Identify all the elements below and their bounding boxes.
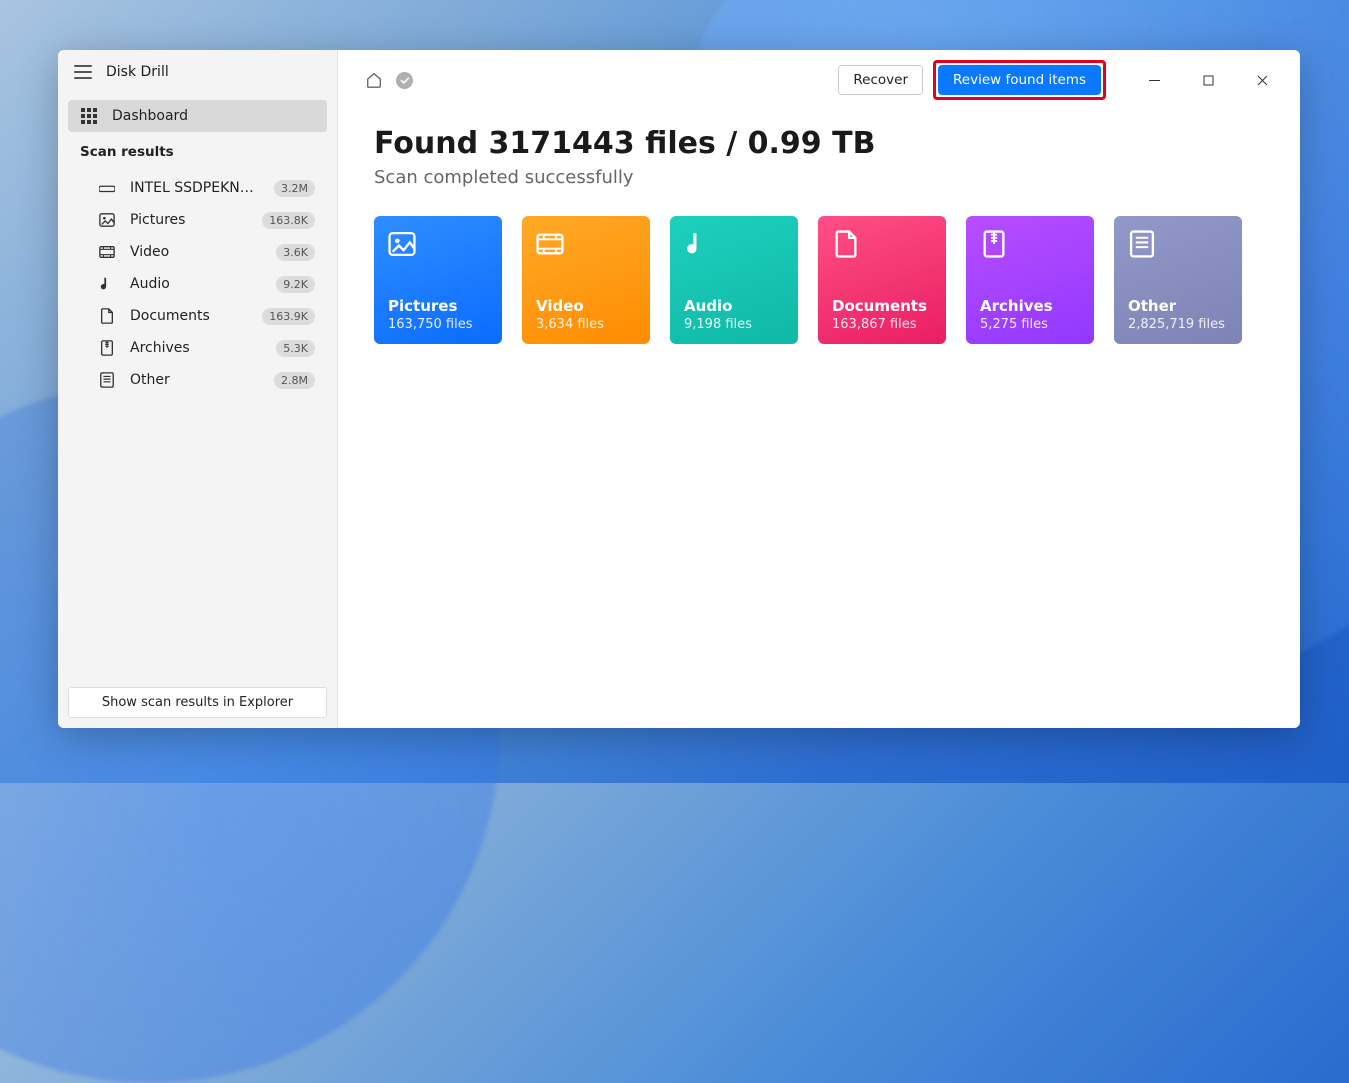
other-icon [98, 371, 116, 389]
drive-icon [98, 179, 116, 197]
sidebar-header: Disk Drill [58, 50, 337, 94]
sidebar: Disk Drill Dashboard Scan results INTEL … [58, 50, 338, 728]
other-icon [1128, 230, 1156, 258]
tile-subtitle: 2,825,719 files [1128, 317, 1228, 332]
pictures-icon [388, 230, 416, 258]
content: Found 3171443 files / 0.99 TB Scan compl… [338, 110, 1300, 360]
tile-subtitle: 5,275 files [980, 317, 1080, 332]
app-window: Disk Drill Dashboard Scan results INTEL … [58, 50, 1300, 728]
sidebar-item-label: Video [130, 244, 262, 260]
pictures-icon [98, 211, 116, 229]
archives-icon [98, 339, 116, 357]
sidebar-item-count: 3.2M [274, 180, 315, 197]
audio-icon [98, 275, 116, 293]
main-area: Recover Review found items Found 3171443… [338, 50, 1300, 728]
tile-audio[interactable]: Audio 9,198 files [670, 216, 798, 344]
sidebar-item-intel-ssdpeknw512g8[interactable]: INTEL SSDPEKNW512G8 3.2M [68, 172, 327, 204]
sidebar-item-count: 163.8K [262, 212, 315, 229]
tile-title: Other [1128, 297, 1228, 315]
sidebar-item-count: 163.9K [262, 308, 315, 325]
page-subtitle: Scan completed successfully [374, 167, 1264, 188]
sidebar-item-label: INTEL SSDPEKNW512G8 [130, 180, 260, 196]
recover-button[interactable]: Recover [838, 65, 923, 95]
video-icon [536, 230, 564, 258]
tile-other[interactable]: Other 2,825,719 files [1114, 216, 1242, 344]
tile-documents[interactable]: Documents 163,867 files [818, 216, 946, 344]
annotation-highlight: Review found items [933, 60, 1106, 100]
documents-icon [98, 307, 116, 325]
sidebar-item-label: Other [130, 372, 260, 388]
tile-title: Archives [980, 297, 1080, 315]
sidebar-item-label: Audio [130, 276, 262, 292]
audio-icon [684, 230, 712, 258]
sidebar-item-pictures[interactable]: Pictures 163.8K [68, 204, 327, 236]
toolbar: Recover Review found items [338, 50, 1300, 110]
sidebar-item-count: 9.2K [276, 276, 315, 293]
category-tiles: Pictures 163,750 files Video 3,634 files Aud… [374, 216, 1264, 344]
sidebar-item-count: 2.8M [274, 372, 315, 389]
sidebar-item-label: Archives [130, 340, 262, 356]
sidebar-item-audio[interactable]: Audio 9.2K [68, 268, 327, 300]
page-title: Found 3171443 files / 0.99 TB [374, 126, 1264, 161]
documents-icon [832, 230, 860, 258]
tile-title: Audio [684, 297, 784, 315]
tile-title: Documents [832, 297, 932, 315]
sidebar-item-other[interactable]: Other 2.8M [68, 364, 327, 396]
sidebar-item-documents[interactable]: Documents 163.9K [68, 300, 327, 332]
tile-subtitle: 163,867 files [832, 317, 932, 332]
show-in-explorer-button[interactable]: Show scan results in Explorer [68, 687, 327, 718]
hamburger-icon[interactable] [74, 65, 92, 79]
sidebar-item-count: 5.3K [276, 340, 315, 357]
review-found-items-button[interactable]: Review found items [938, 65, 1101, 95]
maximize-button[interactable] [1186, 65, 1230, 95]
sidebar-item-label: Pictures [130, 212, 248, 228]
tile-subtitle: 163,750 files [388, 317, 488, 332]
home-icon[interactable] [362, 68, 386, 92]
sidebar-item-archives[interactable]: Archives 5.3K [68, 332, 327, 364]
tile-pictures[interactable]: Pictures 163,750 files [374, 216, 502, 344]
tile-archives[interactable]: Archives 5,275 files [966, 216, 1094, 344]
check-badge-icon[interactable] [396, 72, 413, 89]
tile-subtitle: 3,634 files [536, 317, 636, 332]
sidebar-item-dashboard[interactable]: Dashboard [68, 100, 327, 132]
sidebar-item-label: Documents [130, 308, 248, 324]
tile-video[interactable]: Video 3,634 files [522, 216, 650, 344]
tile-title: Video [536, 297, 636, 315]
video-icon [98, 243, 116, 261]
tile-title: Pictures [388, 297, 488, 315]
sidebar-item-count: 3.6K [276, 244, 315, 261]
app-title: Disk Drill [106, 64, 169, 80]
tile-subtitle: 9,198 files [684, 317, 784, 332]
sidebar-item-label: Dashboard [112, 108, 315, 124]
close-button[interactable] [1240, 65, 1284, 95]
minimize-button[interactable] [1132, 65, 1176, 95]
sidebar-item-video[interactable]: Video 3.6K [68, 236, 327, 268]
grid-icon [80, 107, 98, 125]
sidebar-section-header: Scan results [58, 132, 337, 166]
archives-icon [980, 230, 1008, 258]
